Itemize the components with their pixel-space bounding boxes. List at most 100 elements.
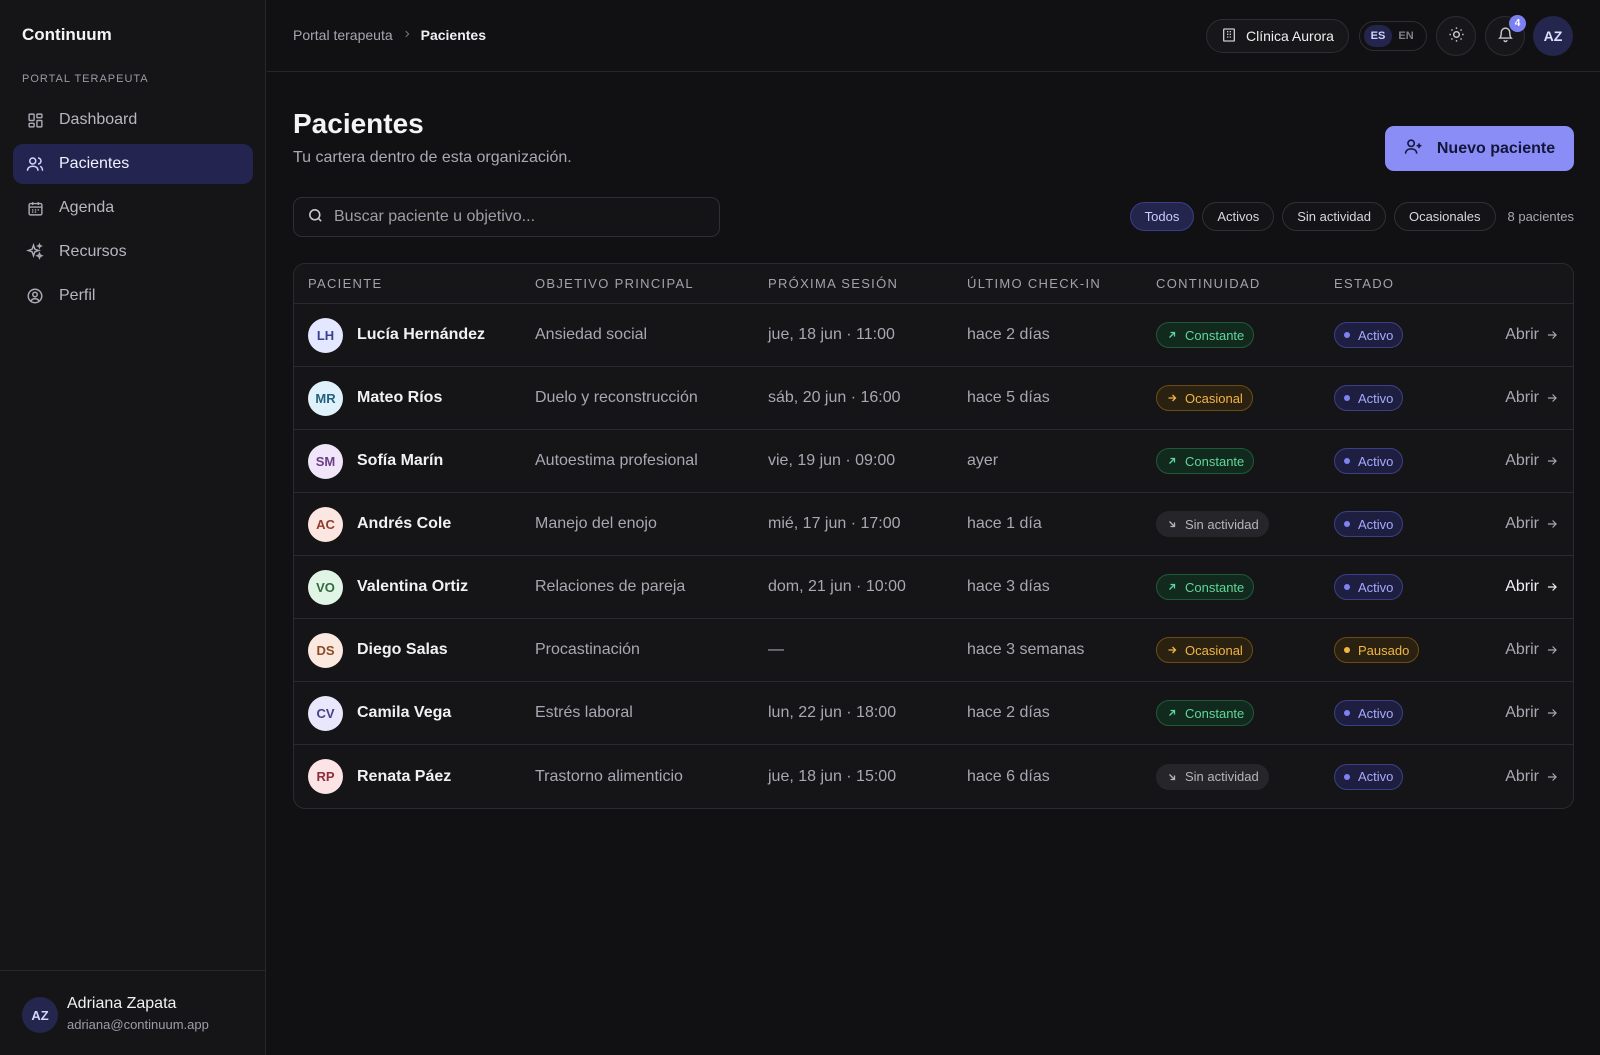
status-dot-icon [1344, 458, 1350, 464]
table-row[interactable]: CV Camila Vega Estrés laboral lun, 22 ju… [294, 682, 1573, 745]
arrow-up-right-icon [1169, 331, 1176, 338]
objective-cell: Trastorno alimenticio [535, 767, 683, 785]
table-row[interactable]: VO Valentina Ortiz Relaciones de pareja … [294, 556, 1573, 619]
table-body: LH Lucía Hernández Ansiedad social jue, … [294, 304, 1573, 808]
user-plus-icon [1404, 137, 1437, 161]
filter-todos[interactable]: Todos [1129, 202, 1195, 231]
arrow-right-icon [1547, 709, 1557, 717]
status-dot-icon [1344, 395, 1350, 401]
last-checkin-cell: ayer [967, 452, 999, 469]
sidebar-item-pacientes[interactable]: Pacientes [13, 144, 253, 184]
state-cell: Activo [1334, 322, 1454, 348]
patient-cell: MR Mateo Ríos [294, 380, 535, 416]
state-cell: Activo [1334, 385, 1454, 411]
open-cell: Abrir [1454, 768, 1573, 786]
patient-cell: VO Valentina Ortiz [294, 569, 535, 605]
sidebar-user[interactable]: AZ Adriana Zapata adriana@continuum.app [0, 970, 266, 1055]
patient-name[interactable]: Mateo Ríos [357, 389, 442, 407]
status-dot-icon [1344, 332, 1350, 338]
status-badge: Activo [1334, 322, 1404, 348]
sidebar-item-label: Agenda [59, 199, 115, 216]
column-header: PRÓXIMA SESIÓN [768, 276, 899, 291]
users-icon [26, 155, 44, 173]
sidebar-nav: Dashboard Pacientes Agenda Recursos Perf… [13, 100, 253, 320]
filter-sin-actividad[interactable]: Sin actividad [1282, 202, 1386, 231]
open-label: Abrir [1505, 704, 1539, 721]
patient-name[interactable]: Camila Vega [357, 704, 451, 722]
objective-cell: Manejo del enojo [535, 515, 657, 532]
sidebar-item-recursos[interactable]: Recursos [13, 232, 253, 272]
theme-toggle-button[interactable] [1436, 16, 1476, 56]
open-label: Abrir [1505, 389, 1539, 406]
topbar: Portal terapeuta Pacientes Clínica Auror… [267, 0, 1600, 72]
table-row[interactable]: MR Mateo Ríos Duelo y reconstrucción sáb… [294, 367, 1573, 430]
new-patient-button[interactable]: Nuevo paciente [1385, 126, 1574, 171]
table-row[interactable]: SM Sofía Marín Autoestima profesional vi… [294, 430, 1573, 493]
sidebar-item-dashboard[interactable]: Dashboard [13, 100, 253, 140]
patient-cell: RP Renata Páez [294, 759, 535, 794]
patient-name[interactable]: Valentina Ortiz [357, 578, 468, 596]
table-row[interactable]: DS Diego Salas Procastinación — hace 3 s… [294, 619, 1573, 682]
open-label: Abrir [1505, 641, 1539, 658]
arrow-right-icon [1168, 394, 1177, 402]
avatar: RP [308, 759, 343, 794]
open-patient-link[interactable]: Abrir [1505, 326, 1559, 344]
patient-name[interactable]: Renata Páez [357, 768, 451, 786]
sidebar-item-agenda[interactable]: Agenda [13, 188, 253, 228]
clinic-selector[interactable]: Clínica Aurora [1206, 19, 1349, 53]
patient-count: 8 pacientes [1507, 209, 1575, 224]
table-header: PACIENTE OBJETIVO PRINCIPAL PRÓXIMA SESI… [294, 264, 1573, 304]
patient-cell: AC Andrés Cole [294, 506, 535, 542]
lang-es[interactable]: ES [1364, 25, 1392, 47]
sidebar: Continuum PORTAL TERAPEUTA Dashboard Pac… [0, 0, 266, 1055]
status-dot-icon [1344, 647, 1350, 653]
open-patient-link[interactable]: Abrir [1505, 641, 1559, 659]
arrow-up-right-icon [1169, 457, 1176, 464]
continuity-badge: Ocasional [1156, 637, 1253, 663]
table-row[interactable]: LH Lucía Hernández Ansiedad social jue, … [294, 304, 1573, 367]
continuity-badge: Ocasional [1156, 385, 1253, 411]
language-toggle[interactable]: ES EN [1359, 21, 1427, 51]
patient-name[interactable]: Andrés Cole [357, 515, 451, 533]
continuity-badge: Sin actividad [1156, 763, 1269, 790]
open-patient-link[interactable]: Abrir [1505, 704, 1559, 722]
sidebar-item-label: Pacientes [59, 155, 130, 172]
continuity-badge: Constante [1156, 322, 1255, 348]
continuity-badge: Constante [1156, 700, 1255, 726]
open-patient-link[interactable]: Abrir [1505, 578, 1559, 596]
state-cell: Activo [1334, 574, 1454, 600]
sidebar-item-perfil[interactable]: Perfil [13, 276, 253, 316]
lang-en[interactable]: EN [1392, 25, 1420, 47]
status-label: Activo [1358, 769, 1394, 784]
filter-ocasionales[interactable]: Ocasionales [1393, 202, 1496, 231]
table-row[interactable]: RP Renata Páez Trastorno alimenticio jue… [294, 745, 1573, 808]
table-row[interactable]: AC Andrés Cole Manejo del enojo mié, 17 … [294, 493, 1573, 556]
brand-logo[interactable]: Continuum [22, 25, 112, 45]
open-patient-link[interactable]: Abrir [1505, 768, 1559, 786]
search-input[interactable] [334, 208, 694, 226]
status-label: Activo [1358, 327, 1394, 343]
open-patient-link[interactable]: Abrir [1505, 389, 1559, 407]
open-cell: Abrir [1454, 452, 1573, 470]
status-badge: Activo [1334, 763, 1404, 790]
patient-name[interactable]: Lucía Hernández [357, 326, 485, 344]
notifications-button[interactable]: 4 [1485, 15, 1526, 56]
avatar[interactable]: AZ [1533, 16, 1573, 56]
column-header: CONTINUIDAD [1156, 276, 1261, 291]
arrow-right-icon [1168, 646, 1177, 654]
open-patient-link[interactable]: Abrir [1505, 452, 1559, 470]
continuity-label: Constante [1185, 705, 1245, 721]
next-session-cell: jue, 18 jun · 11:00 [768, 326, 895, 343]
arrow-right-icon [1547, 772, 1557, 781]
next-session-cell: sáb, 20 jun · 16:00 [768, 389, 901, 406]
sidebar-item-label: Perfil [59, 287, 96, 304]
status-label: Activo [1358, 705, 1394, 721]
open-patient-link[interactable]: Abrir [1505, 515, 1559, 533]
search-box [293, 197, 720, 237]
patient-name[interactable]: Diego Salas [357, 641, 448, 659]
filter-activos[interactable]: Activos [1202, 202, 1275, 231]
patient-name[interactable]: Sofía Marín [357, 452, 443, 470]
breadcrumb-root[interactable]: Portal terapeuta [293, 27, 393, 43]
open-label: Abrir [1505, 326, 1539, 343]
open-cell: Abrir [1454, 326, 1573, 344]
